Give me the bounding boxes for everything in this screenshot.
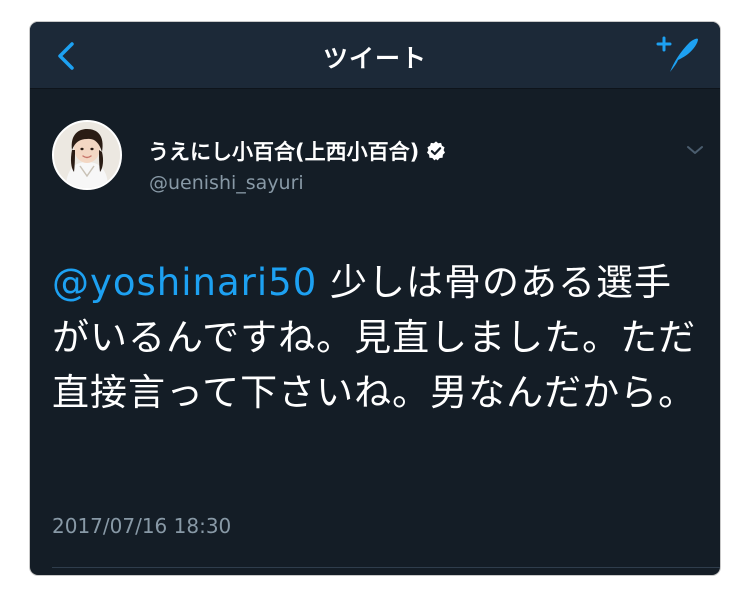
display-name-text: うえにし小百合(上西小百合) <box>148 140 420 164</box>
chevron-down-icon[interactable] <box>682 137 708 163</box>
tweet-text: @yoshinari50 少しは骨のある選手がいるんですね。見直しました。ただ直… <box>52 255 702 420</box>
compose-tweet-button[interactable] <box>652 34 702 76</box>
avatar[interactable] <box>52 120 122 190</box>
mention-link[interactable]: @yoshinari50 <box>52 261 317 304</box>
tweet-screen: ツイート うえにし小百合(上西小百合) @uenishi_sayuri @yos… <box>30 22 720 575</box>
verified-badge-icon <box>427 141 446 161</box>
tweet-detail: うえにし小百合(上西小百合) @uenishi_sayuri @yoshinar… <box>30 89 720 575</box>
divider <box>52 567 720 568</box>
navigation-bar: ツイート <box>30 22 720 89</box>
page-title: ツイート <box>322 44 427 73</box>
tweet-timestamp: 2017/07/16 18:30 <box>52 514 232 538</box>
display-name[interactable]: うえにし小百合(上西小百合) <box>148 136 447 166</box>
compose-tweet-icon <box>656 36 698 72</box>
profile-photo <box>54 122 120 188</box>
user-handle[interactable]: @uenishi_sayuri <box>149 172 304 194</box>
